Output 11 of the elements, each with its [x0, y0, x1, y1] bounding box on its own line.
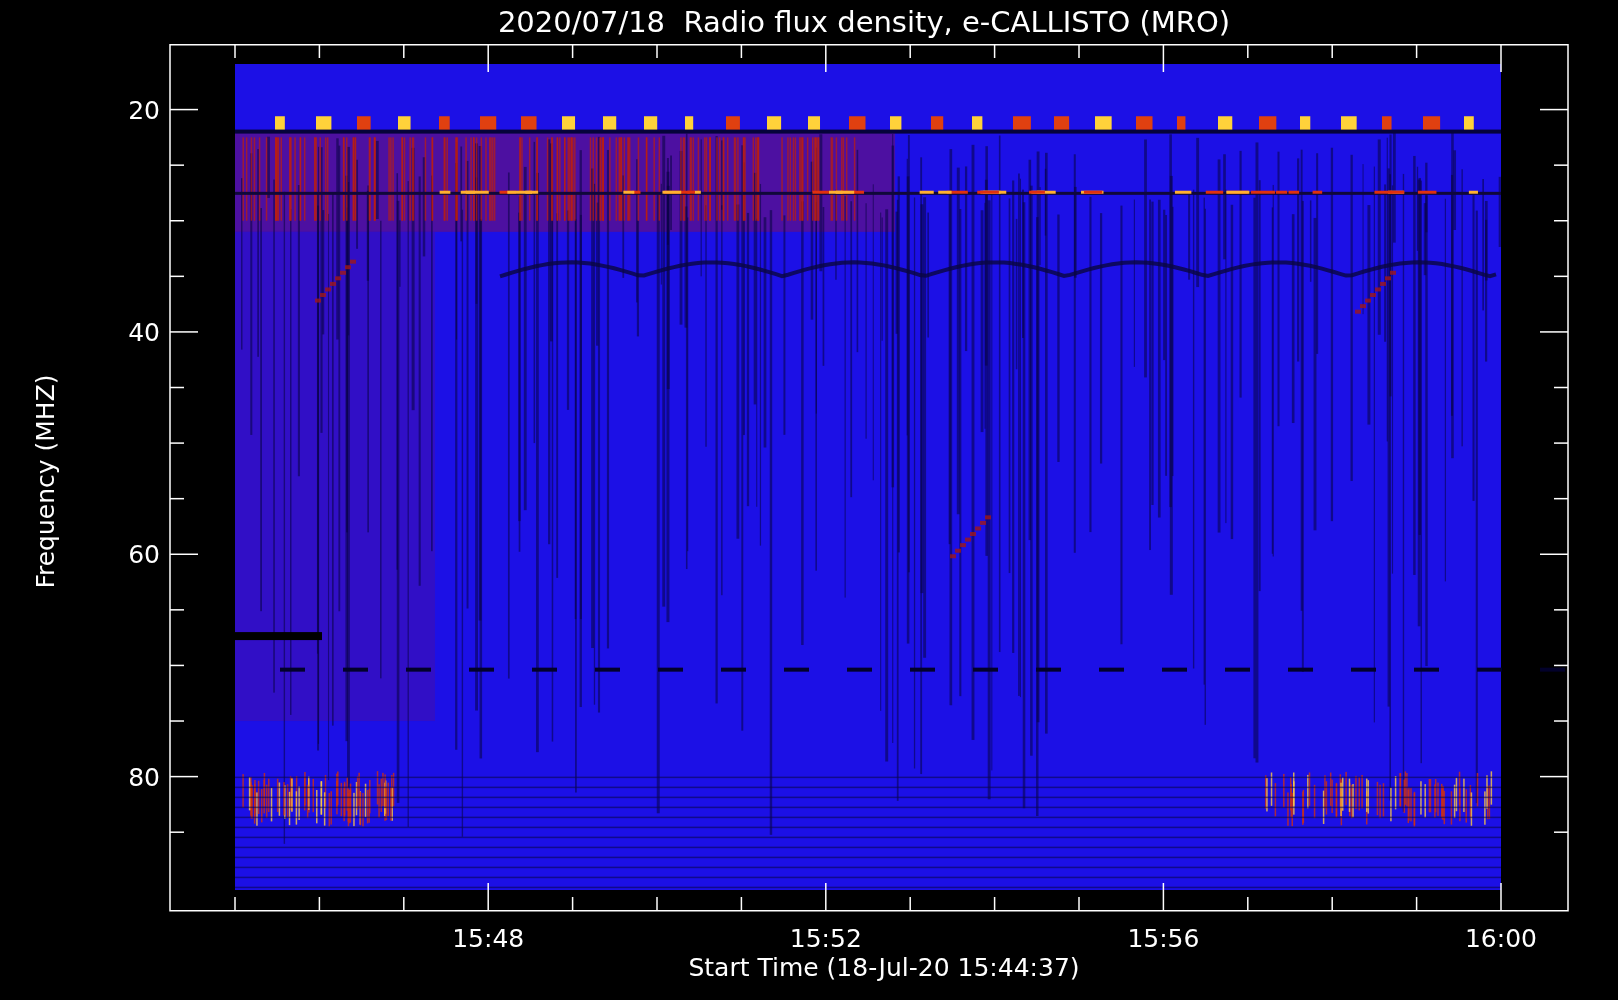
x-tick-label: 15:48	[452, 924, 525, 953]
y-tick-label: 60	[128, 540, 160, 570]
y-tick-label: 20	[128, 95, 160, 125]
x-axis-label: Start Time (18-Jul-20 15:44:37)	[687, 953, 1081, 982]
y-tick-label: 80	[128, 762, 160, 792]
x-tick-label: 15:52	[789, 924, 862, 953]
x-tick-label: 15:56	[1127, 924, 1200, 953]
x-tick-label: 16:00	[1465, 924, 1537, 953]
chart-title: 2020/07/18 Radio flux density, e-CALLISTO (MRO)	[496, 4, 1232, 41]
y-tick-label: 40	[128, 317, 160, 347]
y-axis-label: Frequency (MHZ)	[30, 374, 60, 589]
